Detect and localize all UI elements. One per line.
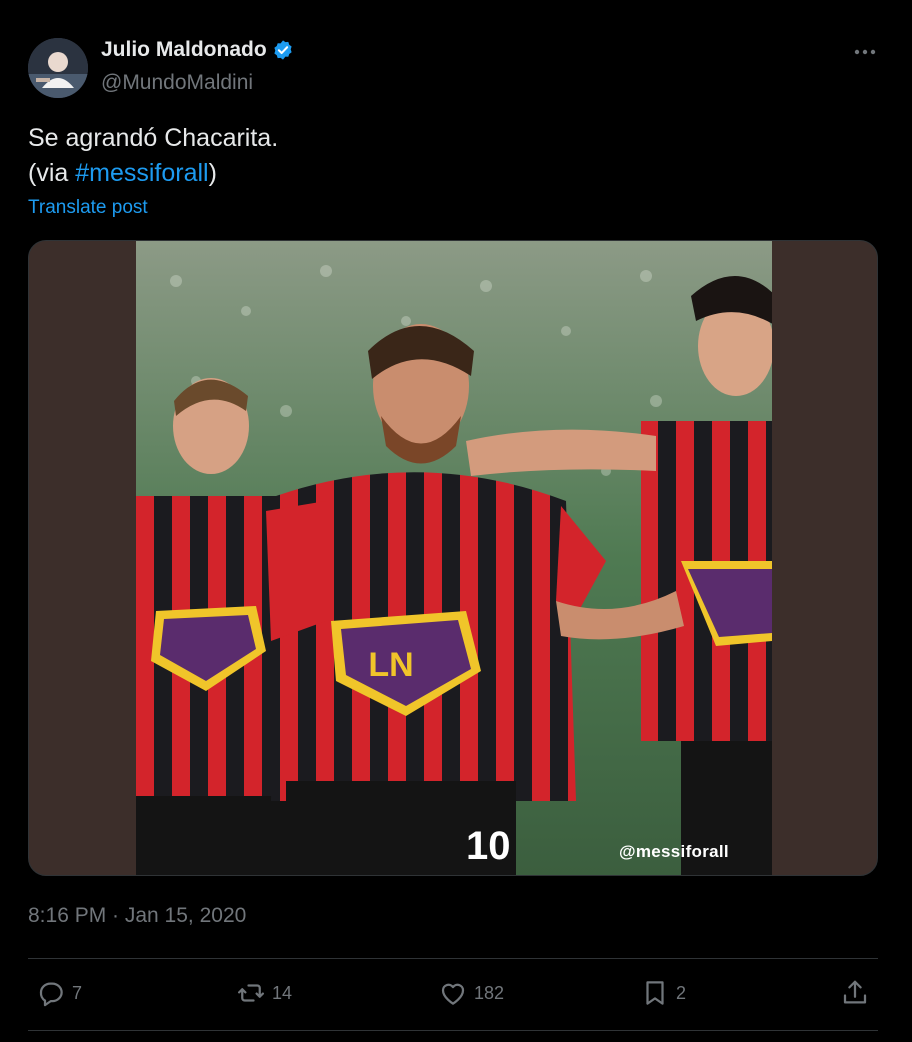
svg-text:LN: LN	[368, 646, 413, 684]
share-icon	[843, 980, 867, 1004]
like-button[interactable]: 182	[438, 978, 504, 1008]
post-timestamp[interactable]: 8:16 PM · Jan 15, 2020	[28, 904, 246, 928]
author-handle[interactable]: @MundoMaldini	[101, 71, 253, 95]
divider-top	[28, 958, 878, 959]
author-name-row: Julio Maldonado	[101, 38, 294, 62]
bookmark-icon	[646, 981, 664, 1005]
post-text-prefix: (via	[28, 159, 76, 187]
media-watermark: @messiforall	[619, 842, 729, 861]
verified-badge-icon	[274, 40, 292, 60]
post-text-line2: (via #messiforall)	[28, 159, 217, 188]
repost-count: 14	[272, 982, 293, 1003]
bookmark-button[interactable]: 2	[640, 978, 686, 1008]
svg-text:10: 10	[466, 824, 511, 868]
reply-count: 7	[72, 982, 83, 1003]
bookmark-count: 2	[676, 982, 687, 1003]
more-icon[interactable]	[850, 40, 880, 64]
hashtag-link[interactable]: #messiforall	[75, 159, 208, 187]
post-media[interactable]: LN 10 @messiforall	[28, 240, 878, 876]
avatar-image	[28, 38, 88, 98]
divider-bottom	[28, 1030, 878, 1031]
post: Julio Maldonado @MundoMaldini Se agrandó…	[0, 0, 912, 1042]
post-text-line1: Se agrandó Chacarita.	[28, 124, 279, 152]
post-text-suffix: )	[208, 159, 217, 187]
author-name[interactable]: Julio Maldonado	[101, 38, 267, 62]
heart-icon	[441, 983, 465, 1005]
reply-button[interactable]: 7	[36, 978, 82, 1008]
media-photo: LN 10	[136, 241, 772, 875]
repost-icon	[238, 984, 264, 1002]
translate-post-link[interactable]: Translate post	[28, 197, 148, 219]
share-button[interactable]	[840, 978, 870, 1008]
avatar[interactable]	[28, 38, 88, 98]
repost-button[interactable]: 14	[236, 978, 292, 1008]
like-count: 182	[474, 982, 505, 1003]
reply-icon	[39, 982, 63, 1007]
